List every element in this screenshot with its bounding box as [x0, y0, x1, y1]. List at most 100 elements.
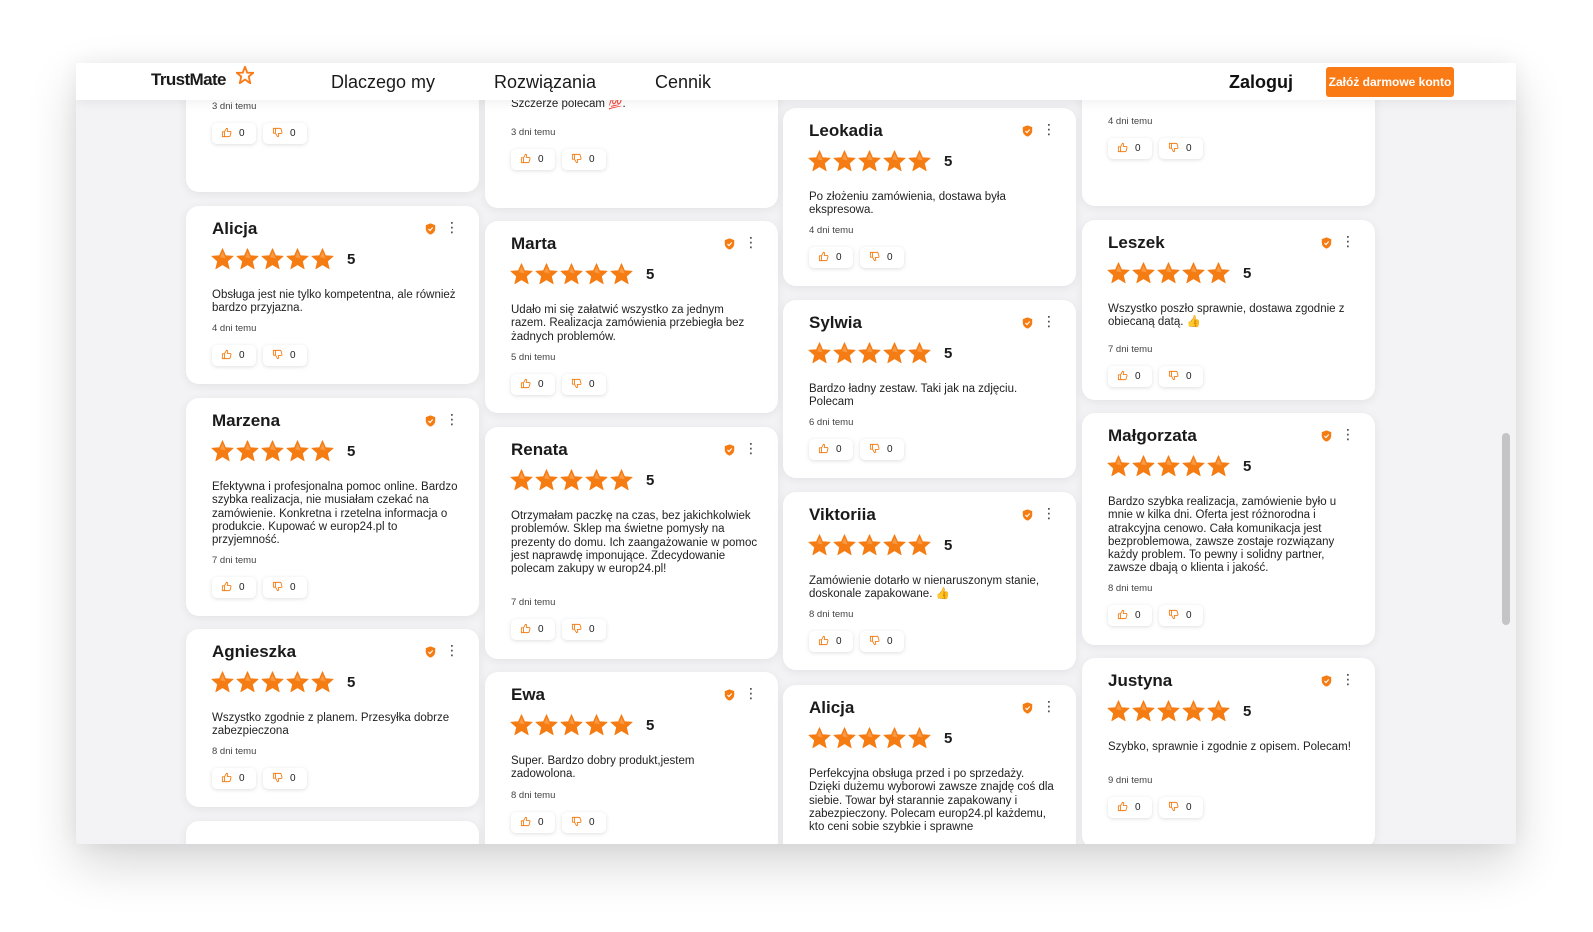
- star-icon: [807, 149, 832, 173]
- star-icon: [1156, 261, 1181, 285]
- like-count: 0: [836, 636, 842, 647]
- thumbs-down-icon: [860, 443, 887, 457]
- dislike-button[interactable]: 0: [562, 812, 606, 833]
- rating-score: 5: [646, 717, 655, 734]
- star-icon: [857, 149, 882, 173]
- more-options-icon[interactable]: ⋮: [1042, 314, 1056, 328]
- like-button[interactable]: 0: [212, 768, 256, 789]
- rating-score: 5: [944, 153, 953, 170]
- review-card: Marzena ⋮ 5 Efektywna i profesjonalna pomoc…: [186, 398, 479, 616]
- star-rating: [210, 247, 335, 271]
- review-text: Szybko, sprawnie i zgodnie z opisem. Pol…: [1108, 741, 1351, 753]
- browser-viewport: TrustMate Dlaczego my Rozwiązania Cennik…: [76, 63, 1516, 844]
- thumbs-down-icon: [1159, 609, 1186, 623]
- dislike-count: 0: [887, 444, 893, 455]
- nav-link-cennik[interactable]: Cennik: [655, 72, 711, 93]
- dislike-button[interactable]: 0: [263, 768, 307, 789]
- rating-score: 5: [347, 251, 356, 268]
- like-button[interactable]: 0: [511, 812, 555, 833]
- like-button[interactable]: 0: [809, 247, 853, 268]
- more-options-icon[interactable]: ⋮: [1341, 427, 1355, 441]
- like-button[interactable]: 0: [1108, 138, 1152, 159]
- star-icon: [260, 247, 285, 271]
- signup-button[interactable]: Załóż darmowe konto: [1326, 67, 1454, 97]
- more-options-icon[interactable]: ⋮: [445, 643, 459, 657]
- trustmate-logo[interactable]: TrustMate: [151, 70, 227, 90]
- star-icon: [609, 262, 634, 286]
- rating-score: 5: [646, 266, 655, 283]
- thumbs-up-icon: [1108, 609, 1135, 623]
- more-options-icon[interactable]: ⋮: [1341, 234, 1355, 248]
- dislike-button[interactable]: 0: [263, 345, 307, 366]
- more-options-icon[interactable]: ⋮: [1341, 672, 1355, 686]
- more-options-icon[interactable]: ⋮: [1042, 122, 1056, 136]
- dislike-count: 0: [1186, 143, 1192, 154]
- like-button[interactable]: 0: [511, 374, 555, 395]
- like-button[interactable]: 0: [809, 439, 853, 460]
- star-icon: [235, 439, 260, 463]
- like-button[interactable]: 0: [809, 631, 853, 652]
- more-options-icon[interactable]: ⋮: [1042, 699, 1056, 713]
- like-button[interactable]: 0: [511, 149, 555, 170]
- dislike-count: 0: [290, 582, 296, 593]
- star-icon: [1181, 454, 1206, 478]
- like-button[interactable]: 0: [511, 619, 555, 640]
- dislike-button[interactable]: 0: [1159, 138, 1203, 159]
- thumbs-up-icon: [511, 816, 538, 830]
- star-icon: [807, 341, 832, 365]
- reviewer-name: Marzena: [212, 411, 281, 430]
- dislike-button[interactable]: 0: [860, 439, 904, 460]
- rating-score: 5: [347, 443, 356, 460]
- star-icon: [235, 670, 260, 694]
- dislike-button[interactable]: 0: [860, 631, 904, 652]
- like-button[interactable]: 0: [212, 123, 256, 144]
- reviewer-name: Justyna: [1108, 671, 1173, 690]
- like-count: 0: [1135, 610, 1141, 621]
- like-button[interactable]: 0: [1108, 605, 1152, 626]
- thumbs-down-icon: [1159, 801, 1186, 815]
- verified-shield-icon: [724, 689, 735, 701]
- star-icon: [882, 149, 907, 173]
- dislike-button[interactable]: 0: [562, 149, 606, 170]
- star-icon: [310, 247, 335, 271]
- scrollbar-thumb[interactable]: [1502, 433, 1510, 625]
- like-button[interactable]: 0: [1108, 797, 1152, 818]
- review-text: Wszystko poszło sprawnie, dostawa zgodni…: [1108, 303, 1345, 329]
- more-options-icon[interactable]: ⋮: [445, 220, 459, 234]
- dislike-button[interactable]: 0: [263, 123, 307, 144]
- review-text: Bardzo ładny zestaw. Taki jak na zdjęciu…: [809, 383, 1018, 409]
- star-icon: [609, 468, 634, 492]
- dislike-button[interactable]: 0: [562, 619, 606, 640]
- nav-link-rozwiazania[interactable]: Rozwiązania: [494, 72, 596, 93]
- more-options-icon[interactable]: ⋮: [744, 686, 758, 700]
- star-icon: [210, 439, 235, 463]
- nav-link-dlaczego-my[interactable]: Dlaczego my: [331, 72, 435, 93]
- verified-shield-icon: [1022, 509, 1033, 521]
- dislike-button[interactable]: 0: [1159, 366, 1203, 387]
- more-options-icon[interactable]: ⋮: [744, 441, 758, 455]
- like-button[interactable]: 0: [1108, 366, 1152, 387]
- like-count: 0: [1135, 143, 1141, 154]
- star-icon: [832, 533, 857, 557]
- dislike-button[interactable]: 0: [562, 374, 606, 395]
- like-button[interactable]: 0: [212, 577, 256, 598]
- thumbs-up-icon: [1108, 142, 1135, 156]
- thumbs-down-icon: [562, 378, 589, 392]
- dislike-button[interactable]: 0: [1159, 605, 1203, 626]
- thumbs-up-icon: [809, 251, 836, 265]
- dislike-count: 0: [589, 817, 595, 828]
- login-link[interactable]: Zaloguj: [1229, 72, 1293, 93]
- dislike-button[interactable]: 0: [1159, 797, 1203, 818]
- verified-shield-icon: [1321, 675, 1332, 687]
- more-options-icon[interactable]: ⋮: [744, 235, 758, 249]
- thumbs-up-icon: [809, 635, 836, 649]
- more-options-icon[interactable]: ⋮: [445, 412, 459, 426]
- dislike-button[interactable]: 0: [263, 577, 307, 598]
- review-card: Alicja ⋮ 5 Obsługa jest nie tylko kompetent…: [186, 206, 479, 384]
- dislike-button[interactable]: 0: [860, 247, 904, 268]
- more-options-icon[interactable]: ⋮: [1042, 506, 1056, 520]
- like-button[interactable]: 0: [212, 345, 256, 366]
- star-icon: [832, 341, 857, 365]
- star-icon: [210, 247, 235, 271]
- dislike-count: 0: [290, 350, 296, 361]
